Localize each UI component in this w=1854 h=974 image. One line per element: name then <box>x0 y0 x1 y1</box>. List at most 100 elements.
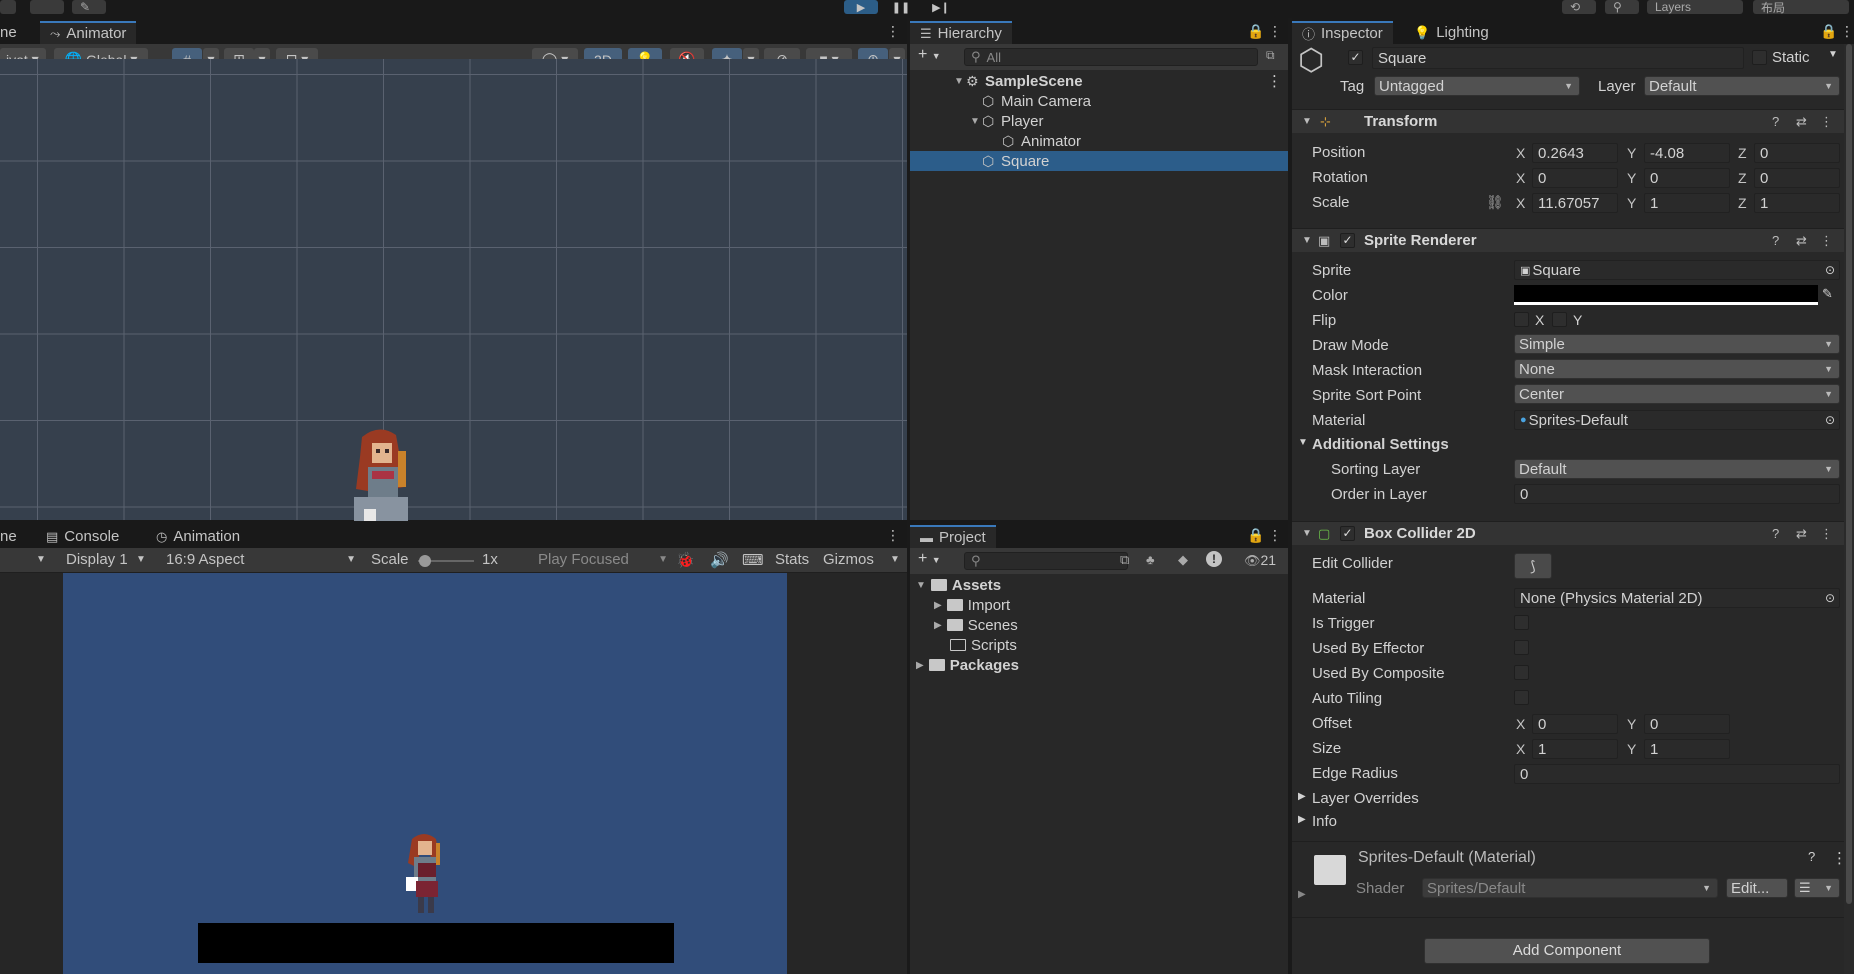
collapse-arrow-icon[interactable]: ▶ <box>934 600 942 611</box>
used-by-effector-checkbox[interactable] <box>1514 640 1529 655</box>
foldout-arrow-icon[interactable]: ▼ <box>1302 528 1312 539</box>
hierarchy-item-samplescene[interactable]: ▼ ⚙ SampleScene ⋮ <box>910 71 1288 91</box>
game-dropdown[interactable]: ▼ <box>36 548 46 571</box>
component-menu-icon[interactable]: ⋮ <box>1820 114 1833 130</box>
expand-arrow-icon[interactable]: ▼ <box>916 580 926 591</box>
project-search-input[interactable]: ⚲ <box>964 552 1128 570</box>
help-icon[interactable]: ? <box>1772 233 1779 248</box>
collapse-arrow-icon[interactable]: ▶ <box>934 620 942 631</box>
tab-inspector[interactable]: ⓘ Inspector <box>1292 21 1393 44</box>
hierarchy-item-animator[interactable]: ⬡ Animator <box>910 131 1288 151</box>
search-by-type-icon[interactable]: ⧉ <box>1120 552 1129 568</box>
rotation-x-field[interactable]: 0 <box>1532 168 1618 188</box>
history-icon[interactable]: ⟲ <box>1562 0 1596 14</box>
component-menu-icon[interactable]: ⋮ <box>1820 526 1833 542</box>
hierarchy-item-player[interactable]: ▼ ⬡ Player <box>910 111 1288 131</box>
additional-settings-foldout[interactable]: Additional Settings <box>1312 436 1449 453</box>
layer-dropdown[interactable]: Default ▼ <box>1644 76 1840 96</box>
static-checkbox[interactable] <box>1752 50 1767 65</box>
tab-animation[interactable]: ◷ Animation <box>146 525 250 548</box>
step-button[interactable]: ▶❙ <box>924 0 958 14</box>
tab-game[interactable]: ne <box>0 525 27 548</box>
hierarchy-search-input[interactable]: ⚲ All <box>964 48 1258 66</box>
gizmos-button[interactable]: Gizmos <box>823 548 874 571</box>
position-y-field[interactable]: -4.08 <box>1644 143 1730 163</box>
project-item-import[interactable]: ▶ Import <box>934 595 1010 615</box>
tab-animator[interactable]: ⤳ Animator <box>40 21 137 44</box>
tab-console[interactable]: ▤ Console <box>36 525 129 548</box>
sprite-sort-point-dropdown[interactable]: Center ▼ <box>1514 384 1840 404</box>
game-canvas[interactable] <box>63 573 787 974</box>
hierarchy-item-main-camera[interactable]: ⬡ Main Camera <box>910 91 1288 111</box>
player-sprite[interactable] <box>334 427 434 521</box>
tab-scene[interactable]: ne <box>0 21 27 44</box>
expand-arrow-icon[interactable]: ▼ <box>952 76 966 87</box>
shader-dropdown[interactable]: Sprites/Default ▼ <box>1422 878 1718 898</box>
foldout-arrow-icon[interactable]: ▼ <box>1302 116 1312 127</box>
search-icon[interactable]: ⚲ <box>1605 0 1639 14</box>
expand-arrow-icon[interactable]: ▼ <box>968 116 982 127</box>
bug-icon[interactable]: 🐞 <box>676 548 695 571</box>
panel-menu-icon[interactable]: ⋮ <box>1840 23 1854 40</box>
object-name-field[interactable]: Square <box>1372 47 1744 69</box>
project-item-scripts[interactable]: Scripts <box>950 635 1017 655</box>
sprite-field[interactable]: ▣ Square ⊙ <box>1514 260 1840 280</box>
flip-y-checkbox[interactable] <box>1552 312 1567 327</box>
foldout-arrow-icon[interactable]: ▼ <box>1302 235 1312 246</box>
presets-icon[interactable]: ⇄ <box>1796 526 1807 542</box>
rotation-y-field[interactable]: 0 <box>1644 168 1730 188</box>
panel-menu-icon[interactable]: ⋮ <box>886 23 900 40</box>
object-picker-icon[interactable]: ⊙ <box>1825 263 1835 277</box>
lock-icon[interactable]: 🔒 <box>1247 527 1264 544</box>
offset-x-field[interactable]: 0 <box>1532 714 1618 734</box>
panel-menu-icon[interactable]: ⋮ <box>886 527 900 544</box>
inspector-scrollbar[interactable] <box>1844 44 1854 974</box>
static-dropdown[interactable]: ▼ <box>1828 49 1838 60</box>
warning-icon[interactable]: ! <box>1206 551 1222 567</box>
tag-icon[interactable]: ◆ <box>1178 552 1188 568</box>
box-collider-enabled-checkbox[interactable]: ✓ <box>1340 526 1355 541</box>
is-trigger-checkbox[interactable] <box>1514 615 1529 630</box>
search-filter-icon[interactable]: ⧉ <box>1266 48 1275 63</box>
project-item-scenes[interactable]: ▶ Scenes <box>934 615 1018 635</box>
edge-radius-field[interactable]: 0 <box>1514 764 1840 784</box>
panel-menu-icon[interactable]: ⋮ <box>1268 23 1282 40</box>
panel-menu-icon[interactable]: ⋮ <box>1268 527 1282 544</box>
sprite-renderer-enabled-checkbox[interactable]: ✓ <box>1340 233 1355 248</box>
hierarchy-item-square[interactable]: ⬡ Square <box>910 151 1288 171</box>
offset-y-field[interactable]: 0 <box>1644 714 1730 734</box>
stats-button[interactable]: Stats <box>775 548 809 571</box>
mute-audio-icon[interactable]: 🔊 <box>710 548 729 571</box>
scrollbar-thumb[interactable] <box>1846 44 1852 904</box>
rotation-z-field[interactable]: 0 <box>1754 168 1840 188</box>
presets-icon[interactable]: ⇄ <box>1796 233 1807 249</box>
project-item-assets[interactable]: ▼ Assets <box>916 575 1001 595</box>
create-button[interactable]: + ▼ <box>918 550 941 568</box>
foldout-arrow-icon[interactable]: ▶ <box>1298 791 1306 802</box>
object-picker-icon[interactable]: ⊙ <box>1825 591 1835 605</box>
scale-slider[interactable] <box>418 555 474 567</box>
collapse-arrow-icon[interactable]: ▶ <box>916 660 924 671</box>
edit-collider-button[interactable]: ⟆ <box>1514 553 1552 579</box>
tab-lighting[interactable]: 💡 Lighting <box>1404 21 1499 44</box>
project-item-packages[interactable]: ▶ Packages <box>916 655 1019 675</box>
help-icon[interactable]: ? <box>1772 114 1779 129</box>
layers-dropdown[interactable]: Layers <box>1647 0 1743 14</box>
scale-y-field[interactable]: 1 <box>1644 193 1730 213</box>
flip-x-checkbox[interactable] <box>1514 312 1529 327</box>
create-button[interactable]: + ▼ <box>918 46 941 64</box>
tab-hierarchy[interactable]: ☰ Hierarchy <box>910 21 1012 44</box>
ground-square[interactable] <box>198 923 674 963</box>
material-field[interactable]: ● Sprites-Default ⊙ <box>1514 410 1840 430</box>
keyboard-icon[interactable]: ⌨ <box>742 548 764 571</box>
gizmos-dropdown[interactable]: ▼ <box>890 548 900 571</box>
search-by-label-icon[interactable]: ♣ <box>1146 552 1155 567</box>
object-picker-icon[interactable]: ⊙ <box>1825 413 1835 427</box>
help-icon[interactable]: ? <box>1772 526 1779 541</box>
transform-header[interactable]: ▼ ⊹ Transform ? ⇄ ⋮ <box>1292 109 1844 133</box>
position-x-field[interactable]: 0.2643 <box>1532 143 1618 163</box>
mask-interaction-dropdown[interactable]: None ▼ <box>1514 359 1840 379</box>
layer-overrides-foldout[interactable]: Layer Overrides <box>1312 790 1419 807</box>
draw-mode-dropdown[interactable]: Simple ▼ <box>1514 334 1840 354</box>
position-z-field[interactable]: 0 <box>1754 143 1840 163</box>
